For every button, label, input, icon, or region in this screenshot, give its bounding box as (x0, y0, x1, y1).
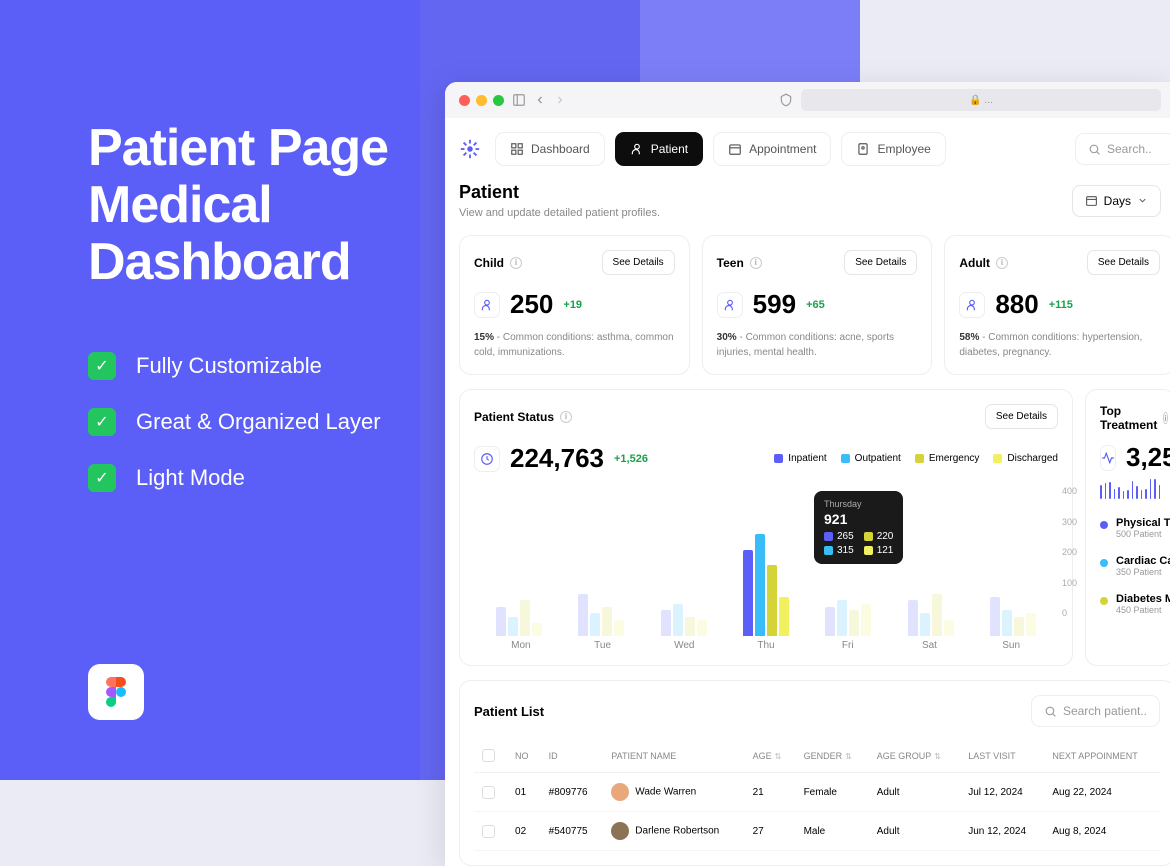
check-icon: ✓ (88, 408, 116, 436)
info-icon[interactable]: i (510, 257, 522, 269)
nav-appointment[interactable]: Appointment (713, 132, 831, 166)
checkbox[interactable] (482, 749, 495, 762)
see-details-button[interactable]: See Details (1087, 250, 1160, 275)
clock-icon (474, 446, 500, 472)
app-logo (459, 138, 481, 160)
table-row[interactable]: 02#540775 Darlene Robertson 27MaleAdultJ… (474, 812, 1160, 851)
top-treatment-card: Top Treatment i 3,25 Physical Th500 Patie… (1085, 389, 1170, 666)
shield-icon[interactable] (779, 93, 793, 107)
browser-window: 🔒 ... Dashboard Patient Appointment Empl… (445, 82, 1170, 866)
col-last[interactable]: LAST VISIT (960, 739, 1044, 773)
list-search-input[interactable]: Search patient.. (1031, 695, 1160, 727)
figma-badge (88, 664, 144, 720)
col-next[interactable]: NEXT APPOINMENT (1044, 739, 1160, 773)
chevron-down-icon (1137, 195, 1148, 206)
col-gender[interactable]: GENDER⇅ (796, 739, 869, 773)
search-input[interactable]: Search.. (1075, 133, 1170, 165)
pulse-icon (1100, 445, 1116, 471)
feature-item: ✓Light Mode (88, 464, 388, 492)
person-icon (717, 292, 743, 318)
person-icon (474, 292, 500, 318)
legend-outpatient: Outpatient (841, 453, 901, 464)
patient-table: NOIDPATIENT NAMEAGE⇅GENDER⇅AGE GROUP⇅LAS… (474, 739, 1160, 851)
info-icon[interactable]: i (1163, 412, 1167, 424)
checkbox[interactable] (482, 786, 495, 799)
nav-employee[interactable]: Employee (841, 132, 945, 166)
search-icon (1088, 143, 1101, 156)
check-icon: ✓ (88, 464, 116, 492)
see-details-button[interactable]: See Details (844, 250, 917, 275)
legend-inpatient: Inpatient (774, 453, 826, 464)
treatment-item: Cardiac Ca350 Patient (1100, 547, 1160, 585)
stat-card-adult: AdultiSee Details 880+115 58% - Common c… (944, 235, 1170, 375)
sidebar-icon[interactable] (512, 93, 526, 107)
feature-item: ✓Fully Customizable (88, 352, 388, 380)
nav-dashboard[interactable]: Dashboard (495, 132, 605, 166)
status-chart: 4003002001000 Thursday 921 265 220 315 1… (474, 486, 1058, 636)
calendar-icon (1085, 194, 1098, 207)
col-age[interactable]: AGE⇅ (745, 739, 796, 773)
legend-discharged: Discharged (993, 453, 1058, 464)
feature-item: ✓Great & Organized Layer (88, 408, 388, 436)
promo-panel: Patient Page Medical Dashboard ✓Fully Cu… (88, 120, 388, 520)
legend-emergency: Emergency (915, 453, 980, 464)
treat-title: Top Treatment (1100, 404, 1157, 432)
url-bar[interactable]: 🔒 ... (801, 89, 1161, 111)
search-icon (1044, 705, 1057, 718)
patient-list-card: Patient List Search patient.. NOIDPATIEN… (459, 680, 1170, 866)
list-title: Patient List (474, 704, 544, 719)
see-details-button[interactable]: See Details (985, 404, 1058, 429)
chart-tooltip: Thursday 921 265 220 315 121 (814, 491, 903, 564)
status-title: Patient Status (474, 410, 554, 424)
col-group[interactable]: AGE GROUP⇅ (869, 739, 960, 773)
patient-status-card: Patient Status i See Details 224,763 +1,5… (459, 389, 1073, 666)
forward-icon[interactable] (554, 94, 566, 106)
treat-total: 3,25 (1126, 442, 1170, 473)
status-total: 224,763 (510, 443, 604, 474)
browser-chrome: 🔒 ... (445, 82, 1170, 118)
days-selector[interactable]: Days (1072, 185, 1161, 217)
page-title: Patient (459, 182, 660, 203)
col-name[interactable]: PATIENT NAME (603, 739, 744, 773)
info-icon[interactable]: i (996, 257, 1008, 269)
stat-card-child: ChildiSee Details 250+19 15% - Common co… (459, 235, 690, 375)
see-details-button[interactable]: See Details (602, 250, 675, 275)
nav-patient[interactable]: Patient (615, 132, 703, 166)
table-row[interactable]: 01#809776 Wade Warren 21FemaleAdultJul 1… (474, 773, 1160, 812)
promo-title: Patient Page Medical Dashboard (88, 120, 388, 292)
treatment-item: Physical Th500 Patient (1100, 509, 1160, 547)
back-icon[interactable] (534, 94, 546, 106)
info-icon[interactable]: i (750, 257, 762, 269)
check-icon: ✓ (88, 352, 116, 380)
col-id[interactable]: ID (541, 739, 604, 773)
info-icon[interactable]: i (560, 411, 572, 423)
page-subtitle: View and update detailed patient profile… (459, 207, 660, 219)
treatment-item: Diabetes M450 Patient (1100, 585, 1160, 623)
col-no[interactable]: NO (507, 739, 541, 773)
status-delta: +1,526 (614, 453, 648, 465)
stat-card-teen: TeeniSee Details 599+65 30% - Common con… (702, 235, 933, 375)
checkbox[interactable] (482, 825, 495, 838)
person-icon (959, 292, 985, 318)
